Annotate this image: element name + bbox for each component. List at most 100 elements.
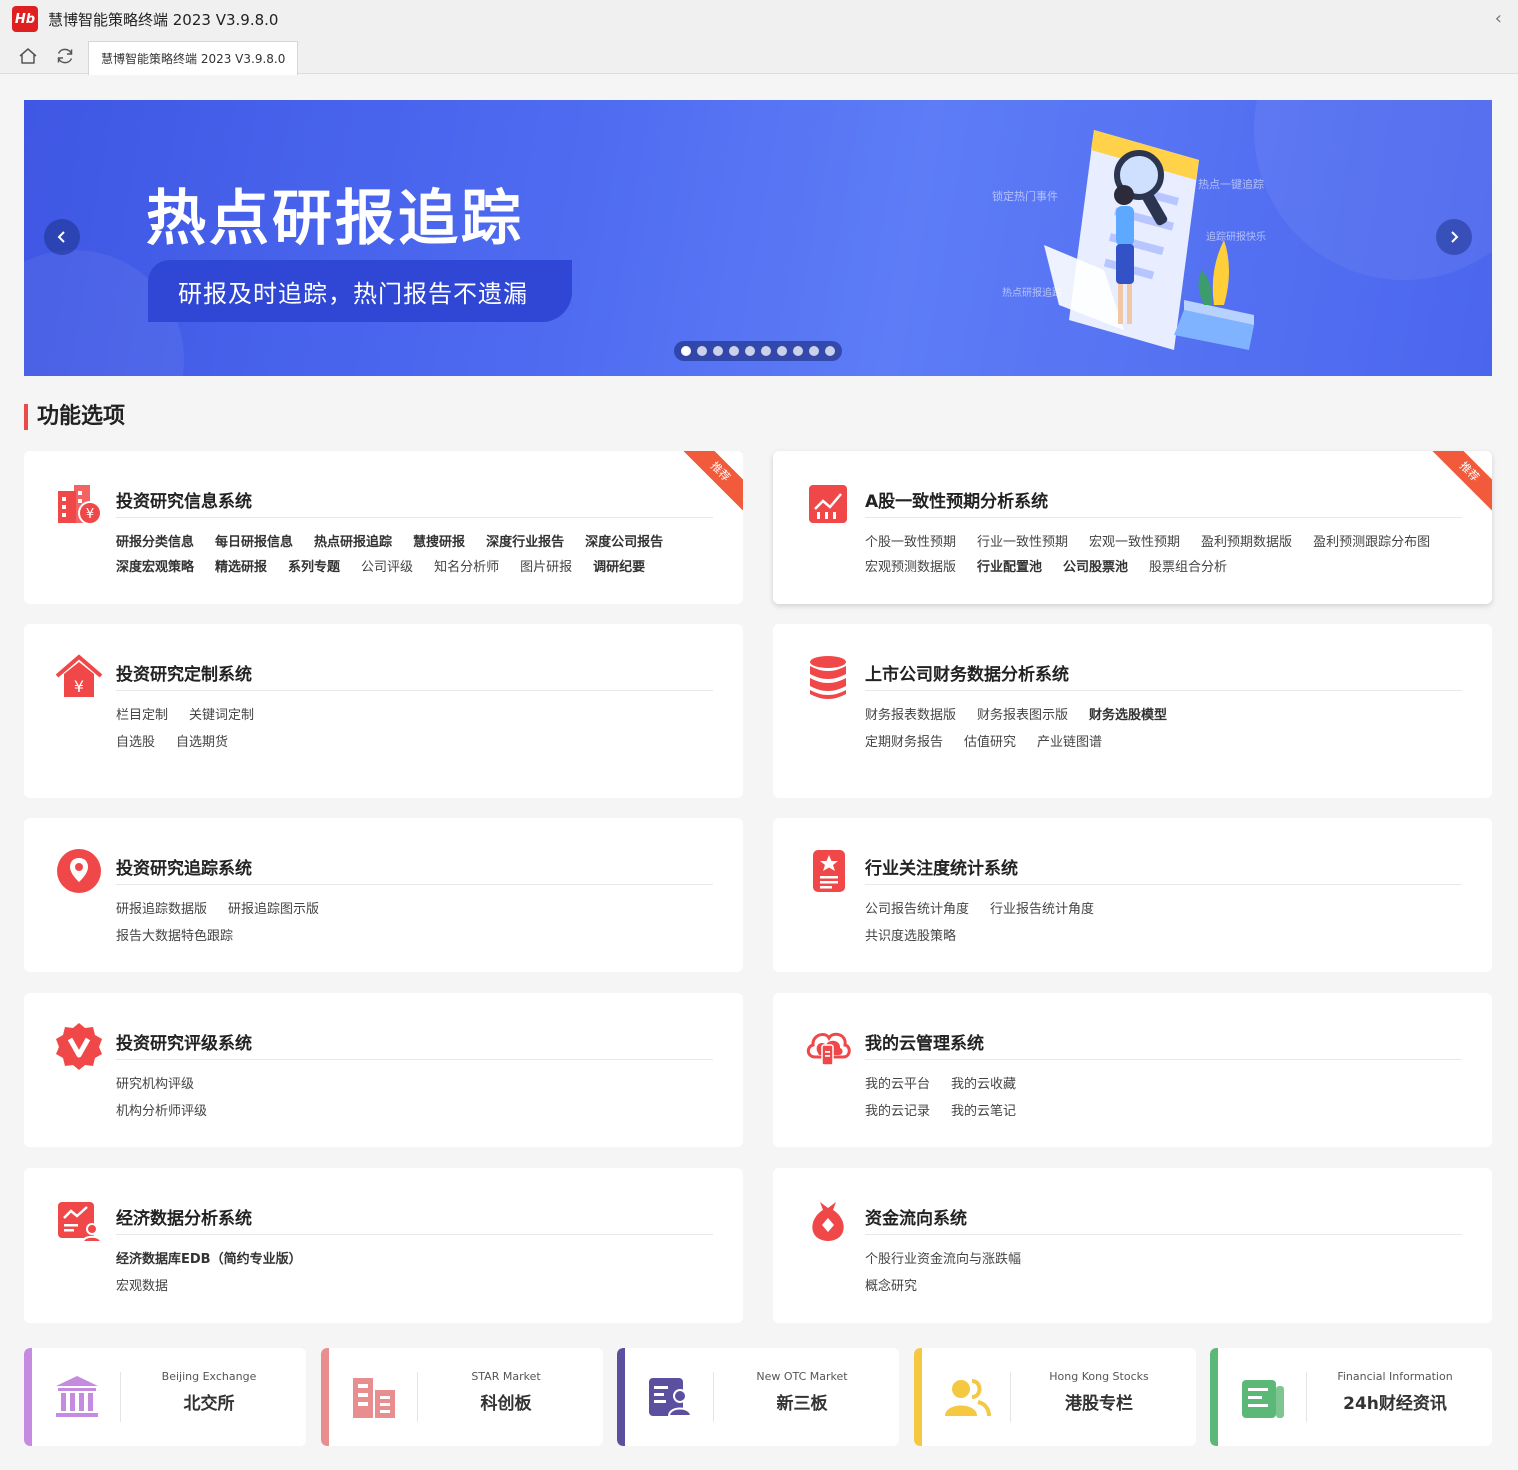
refresh-icon[interactable] [54,45,76,67]
card-link[interactable]: 盈利预期数据版 [1201,531,1292,550]
card-link[interactable]: 精选研报 [215,556,267,575]
card-link[interactable]: 机构分析师评级 [116,1100,207,1119]
function-card[interactable]: 上市公司财务数据分析系统财务报表数据版 财务报表图示版 财务选股模型定期财务报告 估值… [773,624,1492,798]
banner-prev-button[interactable] [44,219,80,255]
card-link[interactable]: 行业配置池 [977,556,1042,575]
card-title[interactable]: 投资研究信息系统 [116,487,252,512]
card-link[interactable]: 行业报告统计角度 [990,898,1094,917]
function-card[interactable]: 我的云管理系统我的云平台 我的云收藏我的云记录 我的云笔记 [773,993,1492,1147]
quick-link[interactable]: New OTC Market 新三板 [617,1348,899,1446]
card-link[interactable]: 慧搜研报 [413,531,465,550]
function-card[interactable]: 行业关注度统计系统公司报告统计角度 行业报告统计角度共识度选股策略 [773,818,1492,972]
card-link[interactable]: 概念研究 [865,1275,917,1294]
card-link[interactable]: 自选股 [116,731,155,750]
card-link[interactable]: 自选期货 [176,731,228,750]
card-link[interactable]: 公司报告统计角度 [865,898,969,917]
card-link[interactable]: 报告大数据特色跟踪 [116,925,233,944]
card-link[interactable]: 图片研报 [520,556,572,575]
card-link[interactable]: 个股一致性预期 [865,531,956,550]
card-link[interactable]: 关键词定制 [189,704,254,723]
card-title[interactable]: A股一致性预期分析系统 [865,487,1048,512]
carousel-dot[interactable] [809,346,819,356]
card-link[interactable]: 系列专题 [288,556,340,575]
home-icon[interactable] [17,45,39,67]
card-title[interactable]: 资金流向系统 [865,1204,967,1229]
card-link[interactable]: 估值研究 [964,731,1016,750]
card-link[interactable]: 我的云笔记 [951,1100,1016,1119]
card-link-row: 个股一致性预期 行业一致性预期 宏观一致性预期 盈利预期数据版 盈利预测跟踪分布图 [865,531,1430,550]
function-card[interactable]: A股一致性预期分析系统个股一致性预期 行业一致性预期 宏观一致性预期 盈利预期数据版 盈… [773,451,1492,604]
svg-text:¥: ¥ [86,507,94,522]
banner-handwriting: 锁定热门事件 [992,190,1058,203]
card-link[interactable]: 产业链图谱 [1037,731,1102,750]
card-link[interactable]: 公司股票池 [1063,556,1128,575]
card-link[interactable]: 深度行业报告 [486,531,564,550]
card-link[interactable]: 热点研报追踪 [314,531,392,550]
carousel-dot[interactable] [777,346,787,356]
cloud-phone-icon [803,1021,853,1071]
card-link[interactable]: 深度宏观策略 [116,556,194,575]
card-link[interactable]: 股票组合分析 [1149,556,1227,575]
carousel-dot[interactable] [713,346,723,356]
card-link[interactable]: 经济数据库EDB（简约专业版） [116,1248,302,1267]
card-link[interactable]: 研报追踪图示版 [228,898,319,917]
function-card[interactable]: 经济数据分析系统经济数据库EDB（简约专业版） 宏观数据 [24,1168,743,1323]
carousel-dot[interactable] [745,346,755,356]
card-title[interactable]: 我的云管理系统 [865,1029,984,1054]
card-link[interactable]: 我的云收藏 [951,1073,1016,1092]
card-link[interactable]: 行业一致性预期 [977,531,1068,550]
card-link[interactable]: 财务选股模型 [1089,704,1167,723]
card-link[interactable]: 宏观一致性预期 [1089,531,1180,550]
card-link[interactable]: 我的云平台 [865,1073,930,1092]
carousel-dot[interactable] [761,346,771,356]
card-link[interactable]: 共识度选股策略 [865,925,956,944]
function-card[interactable]: ¥ 投资研究信息系统研报分类信息 每日研报信息 热点研报追踪 慧搜研报 深度行业报告 深度公… [24,451,743,604]
carousel-dot[interactable] [729,346,739,356]
banner-next-button[interactable] [1436,219,1472,255]
card-link[interactable]: 每日研报信息 [215,531,293,550]
card-link[interactable]: 个股行业资金流向与涨跌幅 [865,1248,1021,1267]
card-link-row: 个股行业资金流向与涨跌幅 [865,1248,1021,1267]
carousel-dot[interactable] [825,346,835,356]
tab-main[interactable]: 慧博智能策略终端 2023 V3.9.8.0 [88,41,298,75]
card-link[interactable]: 调研纪要 [593,556,645,575]
card-link[interactable]: 我的云记录 [865,1100,930,1119]
card-title[interactable]: 投资研究定制系统 [116,660,252,685]
tab-bar: 慧博智能策略终端 2023 V3.9.8.0 [0,38,1518,75]
card-title[interactable]: 投资研究追踪系统 [116,854,252,879]
card-link[interactable]: 栏目定制 [116,704,168,723]
card-link[interactable]: 知名分析师 [434,556,499,575]
banner-carousel[interactable]: 热点研报追踪 研报及时追踪，热门报告不遗漏 锁定热门事件 热点一键追踪 追踪研报… [24,100,1492,376]
quick-link[interactable]: Beijing Exchange 北交所 [24,1348,306,1446]
card-link[interactable]: 财务报表图示版 [977,704,1068,723]
card-link[interactable]: 研报追踪数据版 [116,898,207,917]
chevron-right-icon [1451,231,1459,243]
quick-link[interactable]: Financial Information 24h财经资讯 [1210,1348,1492,1446]
bank-building-icon [52,1372,102,1422]
card-link[interactable]: 盈利预测跟踪分布图 [1313,531,1430,550]
function-card[interactable]: 资金流向系统个股行业资金流向与涨跌幅 概念研究 [773,1168,1492,1323]
function-card[interactable]: 投资研究追踪系统研报追踪数据版 研报追踪图示版报告大数据特色跟踪 [24,818,743,972]
card-link[interactable]: 研究机构评级 [116,1073,194,1092]
card-title[interactable]: 上市公司财务数据分析系统 [865,660,1069,685]
collapse-button[interactable]: ‹ [1495,9,1502,29]
card-link[interactable]: 财务报表数据版 [865,704,956,723]
card-title[interactable]: 经济数据分析系统 [116,1204,252,1229]
card-link[interactable]: 定期财务报告 [865,731,943,750]
card-link[interactable]: 深度公司报告 [585,531,663,550]
banner-subtitle: 研报及时追踪，热门报告不遗漏 [148,260,572,322]
carousel-dot[interactable] [793,346,803,356]
function-card[interactable]: 投资研究评级系统研究机构评级 机构分析师评级 [24,993,743,1147]
carousel-dot[interactable] [681,346,691,356]
quick-link[interactable]: Hong Kong Stocks 港股专栏 [914,1348,1196,1446]
card-link[interactable]: 公司评级 [361,556,413,575]
quick-link[interactable]: STAR Market 科创板 [321,1348,603,1446]
card-link[interactable]: 宏观数据 [116,1275,168,1294]
card-link[interactable]: 研报分类信息 [116,531,194,550]
card-link-row: 报告大数据特色跟踪 [116,925,233,944]
carousel-dot[interactable] [697,346,707,356]
function-card[interactable]: ¥ 投资研究定制系统 栏目定制 关键词定制 自选股 自选期货 [24,624,743,798]
card-title[interactable]: 投资研究评级系统 [116,1029,252,1054]
card-title[interactable]: 行业关注度统计系统 [865,854,1018,879]
card-link[interactable]: 宏观预测数据版 [865,556,956,575]
